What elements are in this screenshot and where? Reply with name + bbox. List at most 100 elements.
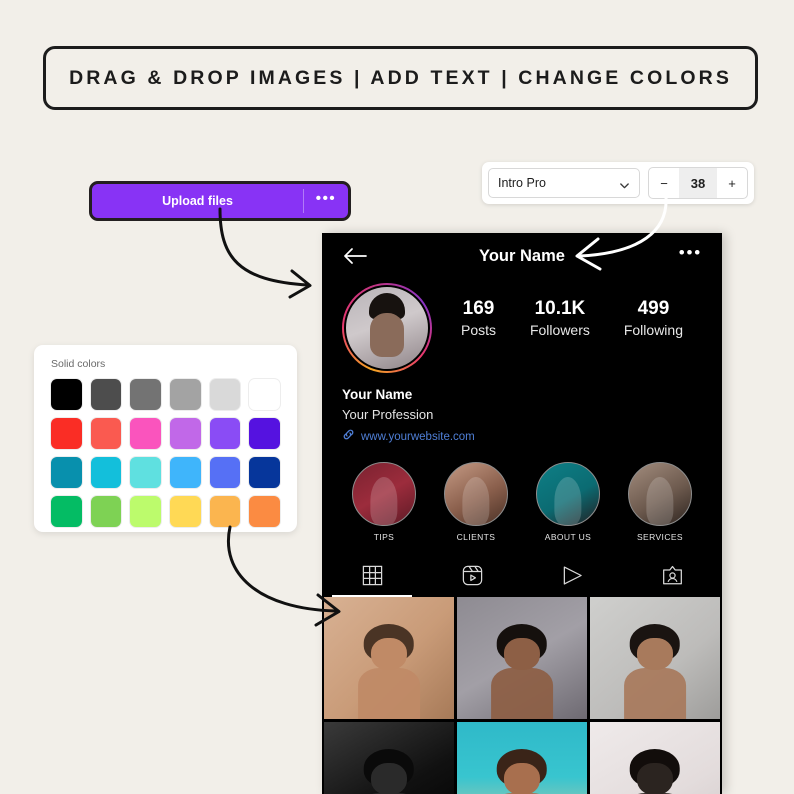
upload-more-icon[interactable]: •••: [304, 184, 348, 218]
font-size-stepper: − 38 +: [648, 167, 748, 199]
highlight-about-us[interactable]: ABOUT US: [536, 462, 600, 542]
stat-label: Posts: [460, 321, 496, 338]
profile-title: Your Name: [479, 246, 565, 265]
bio-website-row[interactable]: www.yourwebsite.com: [342, 428, 702, 446]
color-swatch-row: [51, 418, 281, 449]
solid-colors-title: Solid colors: [51, 358, 106, 370]
color-swatch-0-2[interactable]: [130, 379, 162, 410]
color-swatch-2-2[interactable]: [130, 457, 162, 488]
color-swatch-2-4[interactable]: [209, 457, 241, 488]
color-swatch-1-2[interactable]: [130, 418, 162, 449]
canvas-root: DRAG & DROP IMAGES | ADD TEXT | CHANGE C…: [0, 0, 794, 794]
color-swatch-1-1[interactable]: [90, 418, 122, 449]
highlight-label: CLIENTS: [456, 532, 496, 543]
font-family-value: Intro Pro: [498, 176, 546, 190]
color-swatch-1-5[interactable]: [249, 418, 281, 449]
color-swatch-0-3[interactable]: [170, 379, 201, 410]
profile-tabs: [322, 553, 722, 598]
profile-summary: 169 Posts 10.1K Followers 499 Following: [322, 279, 722, 373]
color-swatch-0-1[interactable]: [90, 379, 122, 410]
tab-grid[interactable]: [322, 553, 422, 598]
stat-posts[interactable]: 169 Posts: [461, 297, 496, 339]
stat-followers[interactable]: 10.1K Followers: [530, 297, 590, 339]
profile-stats: 169 Posts 10.1K Followers 499 Following: [432, 283, 702, 339]
solid-colors-panel: Solid colors: [34, 345, 297, 532]
upload-files-label[interactable]: Upload files: [92, 184, 303, 218]
photo-curly-hair[interactable]: [590, 722, 720, 794]
bio-profession: Your Profession: [342, 407, 434, 423]
color-swatch-grid: [51, 379, 281, 527]
color-swatch-3-0[interactable]: [51, 496, 82, 527]
tab-reels[interactable]: [422, 553, 522, 597]
bio-website-text[interactable]: www.yourwebsite.com: [361, 431, 475, 443]
color-swatch-0-4[interactable]: [209, 379, 241, 410]
photo-beach-coconut[interactable]: [457, 722, 587, 794]
profile-avatar[interactable]: [342, 283, 432, 373]
headline-banner: DRAG & DROP IMAGES | ADD TEXT | CHANGE C…: [43, 46, 758, 110]
color-swatch-2-3[interactable]: [170, 457, 201, 488]
highlight-tips[interactable]: TIPS: [352, 462, 416, 542]
color-swatch-2-1[interactable]: [90, 457, 122, 488]
chevron-down-icon: [619, 178, 630, 189]
phone-mockup: Your Name ••• 169 Posts 10.1K Followers 499 F…: [322, 233, 722, 794]
color-swatch-2-5[interactable]: [249, 457, 281, 488]
color-swatch-3-4[interactable]: [209, 496, 241, 527]
photo-dark-closeup[interactable]: [324, 722, 454, 794]
stat-value: 10.1K: [534, 298, 586, 319]
profile-bio: Your Name Your Profession www.yourwebsit…: [322, 373, 722, 446]
color-swatch-3-1[interactable]: [90, 496, 122, 527]
bio-name: Your Name: [342, 387, 413, 402]
upload-files-button[interactable]: Upload files •••: [89, 181, 351, 221]
highlight-cover: [536, 462, 600, 527]
color-swatch-row: [51, 496, 281, 527]
color-swatch-1-0[interactable]: [51, 418, 82, 449]
photo-subject: [615, 624, 696, 720]
avatar-image: [344, 285, 430, 371]
color-swatch-row: [51, 457, 281, 488]
stat-label: Followers: [529, 321, 590, 338]
font-family-select[interactable]: Intro Pro: [488, 168, 640, 198]
profile-header: Your Name •••: [322, 233, 722, 279]
photo-makeup-brush[interactable]: [324, 597, 454, 720]
color-swatch-row: [51, 379, 281, 410]
photo-subject: [615, 749, 696, 794]
highlight-label: ABOUT US: [544, 532, 592, 543]
stat-label: Following: [623, 321, 683, 338]
highlight-label: SERVICES: [636, 532, 684, 543]
color-swatch-1-3[interactable]: [170, 418, 201, 449]
highlight-label: TIPS: [373, 532, 395, 543]
arrow-upload-to-phone: [218, 207, 312, 299]
photo-pose-white[interactable]: [590, 597, 720, 720]
photo-subject: [482, 624, 563, 720]
story-highlights: TIPS CLIENTS ABOUT US SERVICES: [322, 446, 722, 542]
back-arrow-icon[interactable]: [342, 247, 368, 265]
highlight-cover: [352, 462, 416, 527]
highlight-cover: [444, 462, 508, 527]
more-options-icon[interactable]: •••: [679, 243, 702, 270]
stat-following[interactable]: 499 Following: [624, 297, 683, 339]
color-swatch-1-4[interactable]: [209, 418, 241, 449]
font-size-increase-button[interactable]: +: [717, 168, 747, 198]
color-swatch-3-3[interactable]: [170, 496, 201, 527]
font-toolbar: Intro Pro − 38 +: [482, 162, 754, 204]
highlight-cover: [628, 462, 692, 527]
photo-grid: [322, 597, 722, 794]
font-size-decrease-button[interactable]: −: [649, 168, 679, 198]
link-icon: [342, 428, 355, 446]
photo-subject: [349, 624, 430, 720]
highlight-services[interactable]: SERVICES: [628, 462, 692, 542]
stat-value: 499: [637, 298, 670, 319]
stat-value: 169: [462, 298, 495, 319]
color-swatch-0-0[interactable]: [51, 379, 82, 410]
color-swatch-2-0[interactable]: [51, 457, 82, 488]
photo-subject: [349, 749, 430, 794]
photo-subject: [482, 749, 563, 794]
highlight-clients[interactable]: CLIENTS: [444, 462, 508, 542]
color-swatch-0-5[interactable]: [249, 379, 281, 410]
font-size-value[interactable]: 38: [679, 168, 717, 198]
tab-tagged[interactable]: [622, 553, 722, 597]
tab-video[interactable]: [522, 553, 622, 597]
photo-portrait-gray[interactable]: [457, 597, 587, 720]
color-swatch-3-5[interactable]: [249, 496, 281, 527]
color-swatch-3-2[interactable]: [130, 496, 162, 527]
